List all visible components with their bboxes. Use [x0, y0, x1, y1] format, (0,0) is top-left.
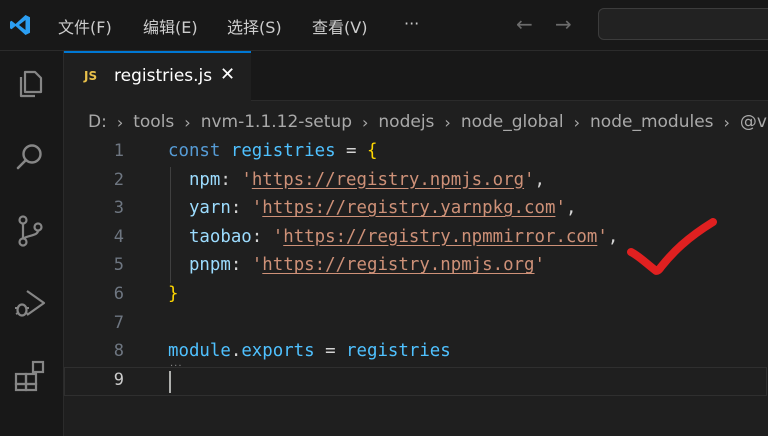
- suggestion-dots: ···: [170, 361, 183, 372]
- forward-arrow-icon[interactable]: →: [555, 12, 572, 36]
- javascript-file-icon: JS: [84, 69, 98, 83]
- chevron-right-icon: ›: [573, 112, 581, 132]
- activity-bar: [0, 51, 64, 436]
- source-control-icon[interactable]: [10, 211, 50, 251]
- code-token: ': [251, 255, 263, 276]
- menu-edit[interactable]: 编辑(E): [143, 14, 198, 38]
- code-text: module.exports = registries: [168, 341, 451, 361]
- code-token: registries: [346, 341, 451, 362]
- code-text: pnpm: 'https://registry.npmjs.org': [168, 255, 545, 275]
- chevron-right-icon: ›: [723, 112, 730, 132]
- breadcrumb-item[interactable]: node_global: [461, 112, 564, 132]
- code-token: =: [335, 141, 367, 161]
- code-text: }: [168, 284, 178, 304]
- title-bar: 文件(F) 编辑(E) 选择(S) 查看(V) ··· ← →: [0, 0, 768, 51]
- editor-tab-bar: JS registries.js ✕: [64, 51, 768, 101]
- line-number: 9: [113, 369, 124, 390]
- breadcrumb: D: › tools › nvm-1.1.12-setup › nodejs › node_gl…: [88, 110, 768, 134]
- back-arrow-icon[interactable]: ←: [516, 12, 533, 36]
- vscode-logo-icon: [10, 15, 30, 35]
- code-token: .: [230, 341, 242, 362]
- code-token: yarn: [188, 198, 231, 219]
- code-text: taobao: 'https://registry.npmmirror.com'…: [168, 227, 618, 247]
- code-token: :: [230, 255, 252, 276]
- code-token: ': [555, 198, 566, 219]
- line-number: 1: [113, 141, 124, 161]
- code-token: ': [251, 198, 263, 219]
- command-center[interactable]: [598, 8, 768, 40]
- code-token: taobao: [188, 226, 252, 247]
- code-token: =: [314, 341, 347, 362]
- code-token: ,: [534, 169, 546, 190]
- chevron-right-icon: ›: [362, 112, 369, 132]
- code-text: yarn: 'https://registry.yarnpkg.com',: [168, 198, 576, 218]
- run-debug-icon[interactable]: [10, 283, 50, 323]
- tab-label: registries.js: [114, 66, 213, 86]
- code-token: ': [534, 255, 545, 276]
- menu-more[interactable]: ···: [404, 14, 419, 33]
- search-icon[interactable]: [10, 137, 50, 177]
- indent-guide: [170, 167, 171, 283]
- url-link[interactable]: https://registry.npmjs.org: [252, 170, 524, 190]
- code-token: ,: [565, 198, 577, 219]
- code-token: registries: [230, 141, 336, 161]
- code-token: :: [230, 198, 252, 219]
- code-token: {: [366, 141, 378, 161]
- menu-selection[interactable]: 选择(S): [227, 14, 282, 38]
- extensions-icon[interactable]: [10, 355, 50, 395]
- code-token: pnpm: [188, 255, 231, 276]
- close-icon[interactable]: ✕: [220, 64, 235, 85]
- text-cursor: [169, 371, 171, 393]
- code-text: const registries = {: [168, 141, 377, 161]
- code-token: npm: [188, 169, 221, 190]
- red-checkmark-annotation: [627, 218, 717, 275]
- line-number: 6: [113, 284, 124, 304]
- code-token: }: [168, 284, 179, 304]
- menu-file[interactable]: 文件(F): [58, 14, 112, 38]
- line-number: 7: [113, 312, 124, 333]
- code-text: npm: 'https://registry.npmjs.org',: [168, 170, 545, 190]
- breadcrumb-item[interactable]: nodejs: [378, 112, 434, 132]
- chevron-right-icon: ›: [184, 112, 191, 132]
- breadcrumb-item[interactable]: nvm-1.1.12-setup: [201, 112, 352, 132]
- explorer-files-icon[interactable]: [10, 63, 50, 103]
- tab-registries-js[interactable]: JS registries.js ✕: [64, 51, 251, 101]
- chevron-right-icon: ›: [444, 112, 451, 132]
- code-token: module: [168, 341, 231, 362]
- chevron-right-icon: ›: [116, 112, 124, 132]
- code-token: const: [168, 141, 221, 161]
- code-token: ,: [607, 226, 619, 247]
- url-link[interactable]: https://registry.yarnpkg.com: [262, 198, 555, 218]
- code-token: ': [241, 169, 252, 190]
- line-number: 4: [113, 226, 124, 247]
- code-line[interactable]: 7: [64, 310, 768, 339]
- code-token: exports: [241, 341, 315, 362]
- breadcrumb-item[interactable]: @vu: [740, 112, 768, 132]
- code-token: ': [524, 169, 535, 190]
- code-line[interactable]: 1 const registries = {: [64, 138, 768, 167]
- breadcrumb-item[interactable]: node_modules: [590, 112, 714, 132]
- line-number: 5: [113, 255, 124, 276]
- code-token: ': [597, 226, 608, 247]
- menu-view[interactable]: 查看(V): [312, 14, 367, 38]
- code-token: :: [220, 169, 242, 190]
- line-number: 8: [113, 341, 124, 362]
- breadcrumb-item[interactable]: tools: [133, 112, 174, 132]
- code-token: ': [272, 226, 284, 247]
- url-link[interactable]: https://registry.npmmirror.com: [283, 227, 597, 247]
- line-number: 2: [113, 169, 124, 190]
- code-token: :: [251, 226, 273, 247]
- url-link[interactable]: https://registry.npmjs.org: [262, 255, 534, 275]
- line-number: 3: [113, 198, 124, 219]
- breadcrumb-item[interactable]: D:: [88, 112, 107, 132]
